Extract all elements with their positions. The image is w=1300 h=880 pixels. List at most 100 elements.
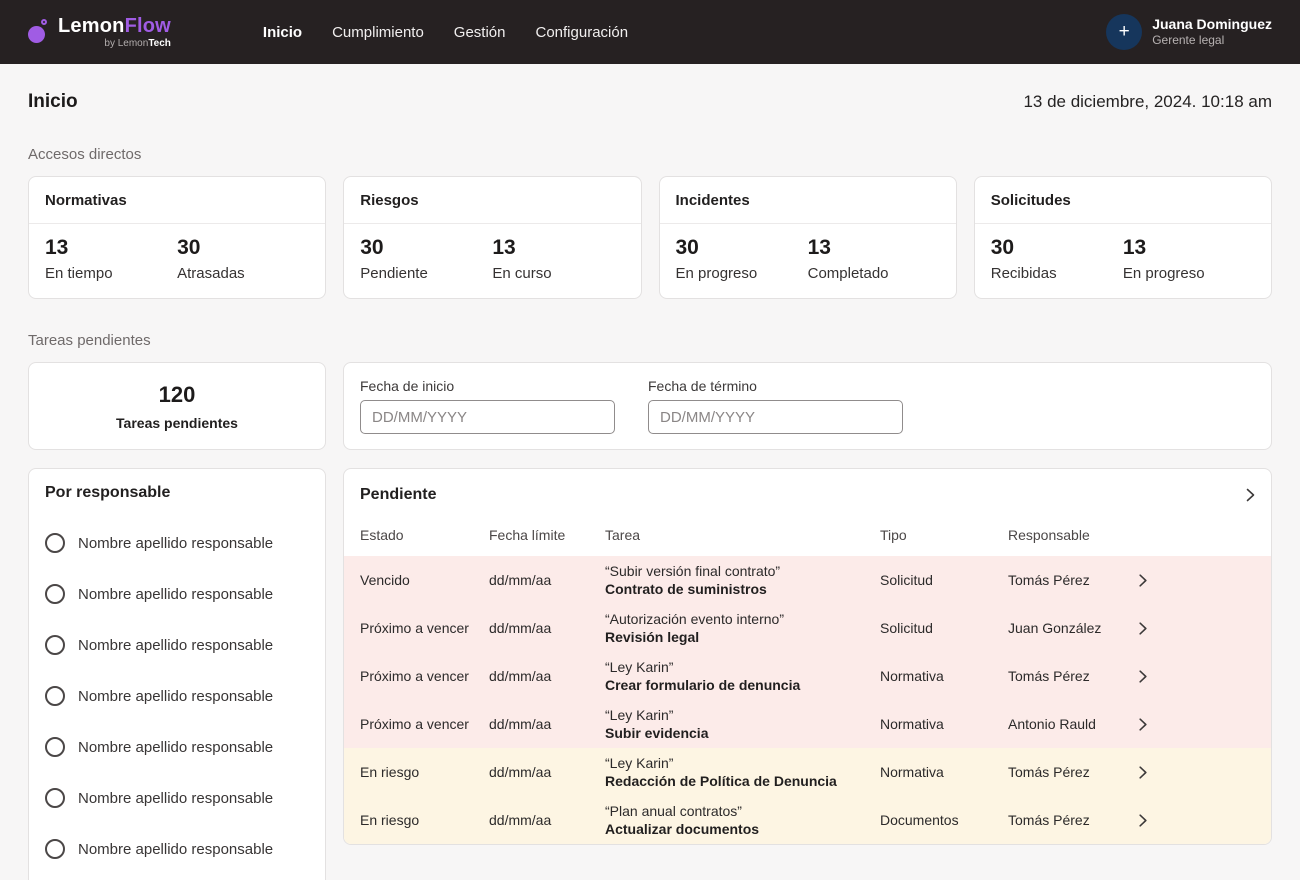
shortcut-card-title: Riesgos	[344, 177, 641, 224]
stat-label: En tiempo	[45, 265, 113, 282]
brand-byline: by LemonTech	[104, 37, 171, 49]
shortcut-card-title: Solicitudes	[974, 177, 1271, 224]
chevron-right-icon[interactable]	[1246, 488, 1255, 502]
end-date-input[interactable]	[648, 400, 903, 434]
responsible-radio-option[interactable]: Nombre apellido responsable	[45, 839, 309, 859]
pending-tasks-card: Pendiente Estado Fecha límite Tarea Tipo…	[343, 468, 1272, 845]
shortcut-card[interactable]: Incidentes 30 En progreso 13 Completado	[658, 176, 957, 299]
shortcut-card[interactable]: Riesgos 30 Pendiente 13 En curso	[343, 176, 642, 299]
task-row[interactable]: Vencido dd/mm/aa “Subir versión final co…	[344, 556, 1271, 604]
chevron-right-icon[interactable]	[1139, 621, 1255, 635]
task-ref: “Ley Karin”	[605, 754, 674, 771]
task-ref: “Ley Karin”	[605, 658, 674, 675]
responsible-radio-option[interactable]: Nombre apellido responsable	[45, 533, 309, 553]
column-fecha: Fecha límite	[489, 527, 566, 543]
stat-value: 30	[675, 236, 699, 259]
stat-value: 13	[1122, 236, 1147, 259]
stat-label: En progreso	[1122, 265, 1205, 282]
stat-label: Recibidas	[990, 265, 1057, 282]
shortcut-cards: Normativas 13 En tiempo 30 Atrasadas Rie…	[28, 176, 1272, 299]
section-label-accesos: Accesos directos	[28, 146, 142, 163]
task-row[interactable]: En riesgo dd/mm/aa “Plan anual contratos…	[344, 796, 1271, 844]
task-fecha-limite: dd/mm/aa	[489, 620, 552, 636]
responsible-radio-option[interactable]: Nombre apellido responsable	[45, 635, 309, 655]
responsible-option-label: Nombre apellido responsable	[78, 789, 274, 807]
radio-icon[interactable]	[45, 686, 65, 706]
responsible-option-label: Nombre apellido responsable	[78, 738, 274, 756]
radio-icon[interactable]	[45, 584, 65, 604]
page-header: Inicio 13 de diciembre, 2024. 10:18 am	[28, 91, 1272, 113]
shortcut-card[interactable]: Solicitudes 30 Recibidas 13 En progreso	[973, 176, 1272, 299]
responsible-radio-option[interactable]: Nombre apellido responsable	[45, 584, 309, 604]
chevron-right-icon[interactable]	[1139, 813, 1255, 827]
column-tarea: Tarea	[605, 527, 641, 543]
radio-icon[interactable]	[45, 788, 65, 808]
stat-value: 30	[360, 236, 384, 259]
task-estado: Próximo a vencer	[360, 620, 469, 636]
stat-value: 13	[807, 236, 831, 259]
by-responsible-title: Por responsable	[45, 484, 171, 501]
task-name: Contrato de suministros	[605, 581, 767, 597]
stat-value: 13	[45, 236, 69, 259]
user-avatar[interactable]: +	[1106, 14, 1143, 50]
user-menu[interactable]: + Juana Dominguez Gerente legal	[1106, 14, 1272, 50]
task-name: Revisión legal	[605, 629, 700, 645]
stat-label: Pendiente	[360, 265, 428, 282]
task-row[interactable]: Próximo a vencer dd/mm/aa “Ley Karin” Cr…	[344, 652, 1271, 700]
app-logo[interactable]: LemonFlow by LemonTech	[28, 16, 171, 49]
task-responsable: Antonio Rauld	[1008, 716, 1096, 732]
radio-icon[interactable]	[45, 635, 65, 655]
chevron-right-icon[interactable]	[1139, 669, 1255, 683]
page-title: Inicio	[28, 91, 78, 112]
responsible-option-label: Nombre apellido responsable	[78, 534, 274, 552]
radio-icon[interactable]	[45, 533, 65, 553]
page-datetime: 13 de diciembre, 2024. 10:18 am	[1023, 92, 1272, 111]
plus-icon: +	[1118, 21, 1130, 42]
table-column-headers: Estado Fecha límite Tarea Tipo Responsab…	[344, 527, 1271, 543]
radio-icon[interactable]	[45, 839, 65, 859]
task-fecha-limite: dd/mm/aa	[489, 572, 552, 588]
stat-label: Completado	[807, 265, 889, 282]
start-date-input[interactable]	[360, 400, 615, 434]
task-ref: “Ley Karin”	[605, 706, 674, 723]
task-responsable: Tomás Pérez	[1008, 812, 1090, 828]
task-name: Subir evidencia	[605, 725, 709, 741]
task-row[interactable]: En riesgo dd/mm/aa “Ley Karin” Redacción…	[344, 748, 1271, 796]
responsible-radio-option[interactable]: Nombre apellido responsable	[45, 686, 309, 706]
date-filter-card: Fecha de inicio Fecha de término	[343, 362, 1272, 450]
responsible-radio-option[interactable]: Nombre apellido responsable	[45, 737, 309, 757]
task-fecha-limite: dd/mm/aa	[489, 668, 552, 684]
stat-value: 30	[990, 236, 1015, 259]
task-responsable: Tomás Pérez	[1008, 572, 1090, 588]
task-tipo: Documentos	[880, 812, 959, 828]
nav-item-configuracion[interactable]: Configuración	[536, 24, 629, 41]
main-nav: Inicio Cumplimiento Gestión Configuració…	[263, 24, 628, 41]
top-navbar: LemonFlow by LemonTech Inicio Cumplimien…	[0, 0, 1300, 64]
nav-item-cumplimiento[interactable]: Cumplimiento	[332, 24, 424, 41]
nav-item-gestion[interactable]: Gestión	[454, 24, 506, 41]
task-row[interactable]: Próximo a vencer dd/mm/aa “Ley Karin” Su…	[344, 700, 1271, 748]
task-ref: “Subir versión final contrato”	[605, 562, 781, 579]
shortcut-card-title: Incidentes	[659, 177, 956, 224]
shortcut-card[interactable]: Normativas 13 En tiempo 30 Atrasadas	[28, 176, 327, 299]
task-name: Actualizar documentos	[605, 821, 760, 837]
responsible-radio-option[interactable]: Nombre apellido responsable	[45, 788, 309, 808]
chevron-right-icon[interactable]	[1139, 573, 1255, 587]
chevron-right-icon[interactable]	[1139, 765, 1255, 779]
task-row[interactable]: Próximo a vencer dd/mm/aa “Autorización …	[344, 604, 1271, 652]
pending-count: 120	[158, 381, 196, 407]
task-estado: En riesgo	[360, 764, 420, 780]
nav-item-inicio[interactable]: Inicio	[263, 24, 302, 41]
stat-value: 13	[492, 236, 516, 259]
task-tipo: Normativa	[880, 716, 944, 732]
chevron-right-icon[interactable]	[1139, 717, 1255, 731]
shortcut-card-title: Normativas	[29, 177, 326, 224]
start-date-label: Fecha de inicio	[360, 378, 455, 394]
task-responsable: Tomás Pérez	[1008, 668, 1090, 684]
task-estado: Vencido	[360, 572, 410, 588]
section-label-tareas: Tareas pendientes	[28, 332, 151, 349]
by-responsible-card: Por responsable Nombre apellido responsa…	[28, 468, 326, 880]
task-responsable: Tomás Pérez	[1008, 764, 1090, 780]
radio-icon[interactable]	[45, 737, 65, 757]
pending-summary-card: 120 Tareas pendientes	[28, 362, 326, 450]
